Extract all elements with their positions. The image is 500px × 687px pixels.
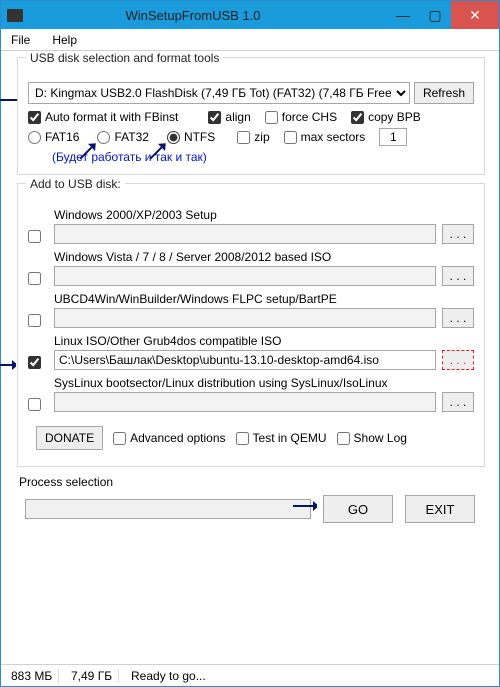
- align-checkbox[interactable]: align: [208, 110, 250, 124]
- disk-selection-group: USB disk selection and format tools D: K…: [17, 57, 485, 175]
- status-size-total: 7,49 ГБ: [67, 669, 119, 683]
- status-message: Ready to go...: [127, 669, 210, 683]
- autoformat-checkbox[interactable]: Auto format it with FBinst: [28, 110, 178, 124]
- statusbar: 883 МБ 7,49 ГБ Ready to go...: [1, 664, 499, 686]
- item-win2000-path[interactable]: [54, 224, 436, 244]
- disk-dropdown[interactable]: D: Kingmax USB2.0 FlashDisk (7,49 ГБ Tot…: [28, 82, 410, 104]
- annotation-arrow-icon: [0, 358, 16, 372]
- item-winvista-browse[interactable]: . . .: [442, 266, 474, 286]
- exit-button[interactable]: EXIT: [405, 495, 475, 523]
- disk-selection-legend: USB disk selection and format tools: [26, 51, 223, 65]
- showlog-checkbox[interactable]: Show Log: [337, 431, 407, 445]
- copybpb-checkbox[interactable]: copy BPB: [351, 110, 421, 124]
- item-win2000: Windows 2000/XP/2003 Setup . . .: [28, 208, 474, 244]
- refresh-button[interactable]: Refresh: [414, 82, 474, 104]
- process-label: Process selection: [19, 475, 485, 489]
- minimize-button[interactable]: —: [387, 1, 419, 29]
- donate-button[interactable]: DONATE: [36, 426, 103, 450]
- go-button[interactable]: GO: [323, 495, 393, 523]
- progress-bar: [25, 499, 311, 519]
- item-winvista-path[interactable]: [54, 266, 436, 286]
- item-syslinux-browse[interactable]: . . .: [442, 392, 474, 412]
- fat32-radio[interactable]: FAT32: [97, 130, 148, 144]
- add-to-usb-group: Add to USB disk: Windows 2000/XP/2003 Se…: [17, 183, 485, 467]
- item-linux-browse[interactable]: . . .: [442, 350, 474, 370]
- item-linux-path[interactable]: [54, 350, 436, 370]
- app-icon: [7, 9, 23, 22]
- forcechs-checkbox[interactable]: force CHS: [265, 110, 337, 124]
- item-syslinux: SysLinux bootsector/Linux distribution u…: [28, 376, 474, 412]
- item-ubcd: UBCD4Win/WinBuilder/Windows FLPC setup/B…: [28, 292, 474, 328]
- item-ubcd-checkbox[interactable]: [28, 314, 41, 327]
- add-to-usb-legend: Add to USB disk:: [26, 177, 125, 191]
- item-ubcd-path[interactable]: [54, 308, 436, 328]
- titlebar: WinSetupFromUSB 1.0 — ▢ ✕: [1, 1, 499, 29]
- test-qemu-checkbox[interactable]: Test in QEMU: [236, 431, 327, 445]
- window-title: WinSetupFromUSB 1.0: [29, 8, 387, 23]
- maximize-button[interactable]: ▢: [419, 1, 451, 29]
- menu-file[interactable]: File: [7, 31, 34, 49]
- maxsectors-input[interactable]: [379, 128, 407, 146]
- item-winvista-checkbox[interactable]: [28, 272, 41, 285]
- item-ubcd-browse[interactable]: . . .: [442, 308, 474, 328]
- item-syslinux-path[interactable]: [54, 392, 436, 412]
- zip-checkbox[interactable]: zip: [237, 130, 269, 144]
- close-button[interactable]: ✕: [451, 1, 499, 29]
- advanced-checkbox[interactable]: Advanced options: [113, 431, 225, 445]
- item-winvista: Windows Vista / 7 / 8 / Server 2008/2012…: [28, 250, 474, 286]
- fat16-radio[interactable]: FAT16: [28, 130, 79, 144]
- annotation-arrow-icon: [291, 499, 317, 513]
- status-size-used: 883 МБ: [7, 669, 59, 683]
- item-win2000-browse[interactable]: . . .: [442, 224, 474, 244]
- hint-text: (Будет работать и так и так): [52, 150, 474, 164]
- item-win2000-checkbox[interactable]: [28, 230, 41, 243]
- maxsectors-checkbox[interactable]: max sectors: [284, 130, 366, 144]
- menubar: File Help: [1, 29, 499, 51]
- item-syslinux-checkbox[interactable]: [28, 398, 41, 411]
- item-linux-checkbox[interactable]: [28, 356, 41, 369]
- menu-help[interactable]: Help: [48, 31, 81, 49]
- ntfs-radio[interactable]: NTFS: [167, 130, 215, 144]
- item-linux: Linux ISO/Other Grub4dos compatible ISO …: [28, 334, 474, 370]
